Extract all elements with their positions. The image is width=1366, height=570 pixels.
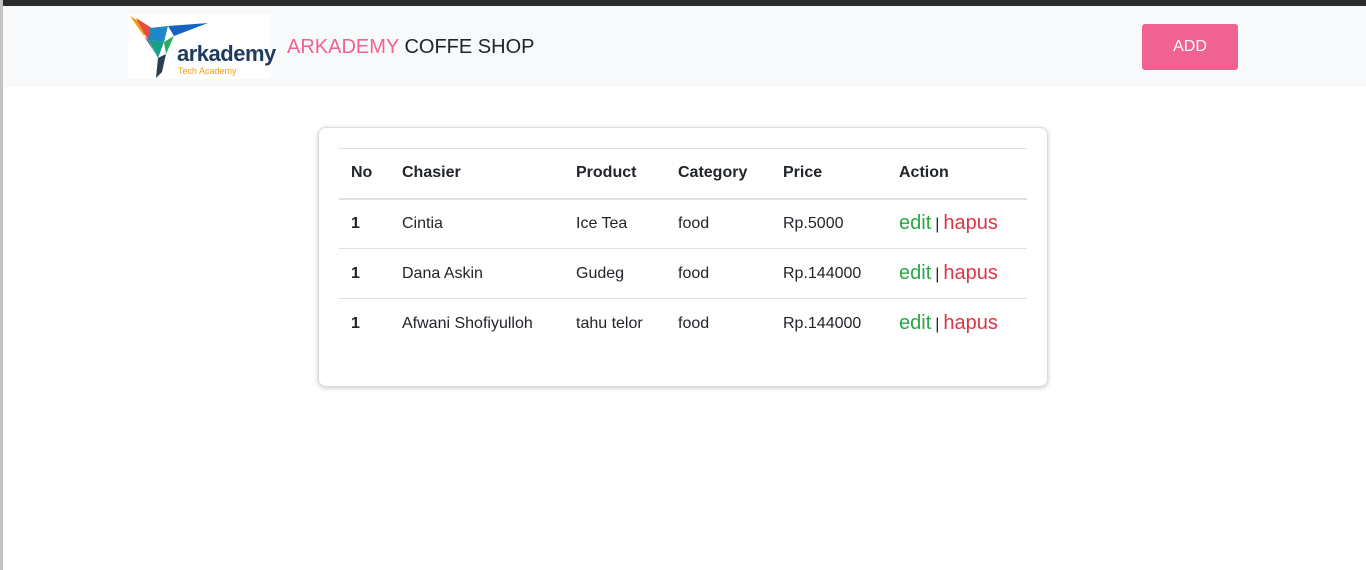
table-row: 1 Dana Askin Gudeg food Rp.144000 edit | h… xyxy=(339,249,1027,299)
column-header-no: No xyxy=(339,148,390,200)
table-row: 1 Cintia Ice Tea food Rp.5000 edit | hapus xyxy=(339,199,1027,249)
brand-title: ARKADEMY COFFE SHOP xyxy=(287,35,534,59)
cell-category: food xyxy=(678,264,710,282)
action-separator: | xyxy=(935,266,940,283)
cell-category: food xyxy=(678,314,710,332)
column-header-action: Action xyxy=(887,148,1027,200)
cell-cashier: Dana Askin xyxy=(402,264,483,282)
add-button[interactable]: ADD xyxy=(1142,24,1238,70)
delete-link[interactable]: hapus xyxy=(943,312,998,334)
cell-no: 1 xyxy=(351,264,360,282)
delete-link[interactable]: hapus xyxy=(943,212,998,234)
logo-tagline: Tech Academy xyxy=(178,66,237,76)
cell-price: Rp.5000 xyxy=(783,214,844,232)
column-header-price: Price xyxy=(771,148,887,200)
cell-action: edit | hapus xyxy=(887,199,1027,249)
table-header-row: No Chasier Product Category Price Action xyxy=(339,148,1027,200)
navbar: arkademy Tech Academy ARKADEMY COFFE SHO… xyxy=(3,6,1366,87)
transactions-card: No Chasier Product Category Price Action… xyxy=(318,127,1048,387)
arkademy-logo[interactable]: arkademy Tech Academy xyxy=(128,14,276,79)
cell-price: Rp.144000 xyxy=(783,264,862,282)
edit-link[interactable]: edit xyxy=(899,262,931,284)
cell-action: edit | hapus xyxy=(887,249,1027,299)
cell-product: tahu telor xyxy=(576,314,643,332)
cell-no: 1 xyxy=(351,314,360,332)
action-separator: | xyxy=(935,216,940,234)
cell-category: food xyxy=(678,214,710,232)
edit-link[interactable]: edit xyxy=(899,212,931,234)
delete-link[interactable]: hapus xyxy=(943,262,998,284)
edit-link[interactable]: edit xyxy=(899,312,931,334)
table-row: 1 Afwani Shofiyulloh tahu telor food Rp.… xyxy=(339,299,1027,349)
transactions-table: No Chasier Product Category Price Action… xyxy=(339,148,1027,349)
brand-title-rest: COFFE SHOP xyxy=(404,36,535,58)
column-header-product: Product xyxy=(564,148,666,200)
cell-product: Gudeg xyxy=(576,264,625,282)
cell-price: Rp.144000 xyxy=(783,314,862,332)
column-header-category: Category xyxy=(666,148,771,200)
cell-product: Ice Tea xyxy=(576,214,628,232)
cell-cashier: Cintia xyxy=(402,214,443,232)
cell-no: 1 xyxy=(351,214,360,232)
logo-wordmark: arkademy xyxy=(177,41,276,66)
action-separator: | xyxy=(935,316,940,334)
cell-cashier: Afwani Shofiyulloh xyxy=(402,314,533,332)
brand-title-accent: ARKADEMY xyxy=(287,36,399,58)
cell-action: edit | hapus xyxy=(887,299,1027,349)
column-header-chasier: Chasier xyxy=(390,148,564,200)
